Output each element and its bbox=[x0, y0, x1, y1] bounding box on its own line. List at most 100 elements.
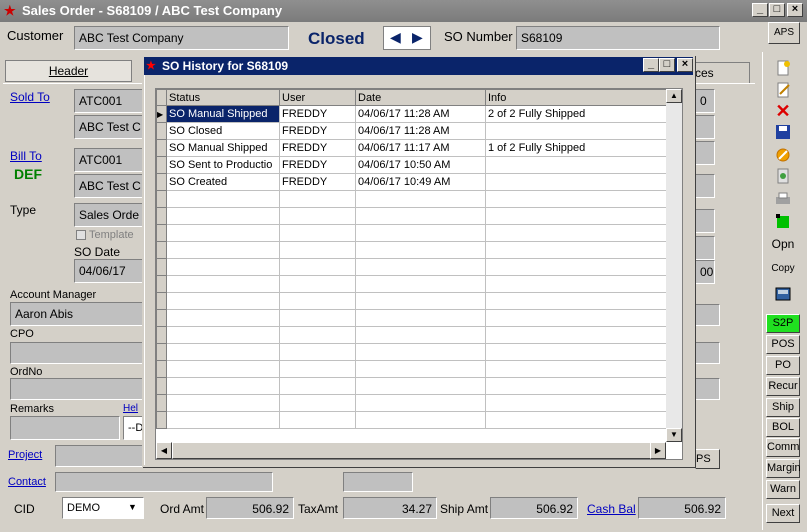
cell-status[interactable]: SO Manual Shipped bbox=[166, 105, 280, 123]
cell-date[interactable]: 04/06/17 11:28 AM bbox=[355, 122, 486, 140]
warn-button[interactable]: Warn bbox=[766, 480, 800, 499]
scroll-thumb[interactable] bbox=[172, 442, 652, 459]
print-icon[interactable] bbox=[770, 189, 796, 209]
minimize-icon[interactable]: _ bbox=[752, 3, 768, 17]
table-row[interactable]: SO Manual Shipped FREDDY 04/06/17 11:17 AM… bbox=[156, 139, 667, 157]
delete-icon[interactable]: ✕ bbox=[770, 101, 796, 121]
cell-status[interactable]: SO Closed bbox=[166, 122, 280, 140]
copy-button[interactable]: Copy bbox=[766, 260, 800, 279]
table-row[interactable]: ▶ SO Manual Shipped FREDDY 04/06/17 11:28 A… bbox=[156, 105, 667, 123]
cell-info[interactable] bbox=[485, 156, 667, 174]
comm-button[interactable]: Comm bbox=[766, 438, 800, 457]
right-dropdown-2[interactable] bbox=[695, 342, 720, 364]
bill-to-name[interactable]: ABC Test C bbox=[74, 174, 144, 198]
scroll-right-icon[interactable]: ▶ bbox=[650, 442, 666, 459]
next-record-icon[interactable]: ▶ bbox=[412, 29, 423, 46]
ship-button[interactable]: Ship bbox=[766, 398, 800, 417]
right-field-2[interactable] bbox=[695, 115, 715, 139]
right-field-6[interactable] bbox=[695, 236, 715, 260]
sold-to-code[interactable]: ATC001 bbox=[74, 89, 144, 113]
ps-button[interactable]: PS bbox=[695, 449, 720, 469]
column-header-info[interactable]: Info bbox=[485, 89, 667, 106]
cell-user[interactable]: FREDDY bbox=[279, 156, 356, 174]
cell-date[interactable]: 04/06/17 11:28 AM bbox=[355, 105, 486, 123]
scroll-up-icon[interactable]: ▲ bbox=[666, 89, 682, 103]
cell-info[interactable] bbox=[485, 173, 667, 191]
table-row[interactable]: SO Closed FREDDY 04/06/17 11:28 AM bbox=[156, 122, 667, 140]
recur-button[interactable]: Recur bbox=[766, 377, 800, 396]
contact-link[interactable]: Contact bbox=[8, 476, 46, 488]
remarks-dropdown[interactable]: --D bbox=[123, 416, 144, 440]
type-field[interactable]: Sales Orde bbox=[74, 203, 144, 227]
column-header-user[interactable]: User bbox=[279, 89, 356, 106]
so-number-field[interactable]: S68109 bbox=[516, 26, 720, 50]
maximize-icon[interactable]: □ bbox=[769, 3, 785, 17]
right-dropdown-1[interactable] bbox=[695, 304, 720, 326]
right-field-3[interactable] bbox=[695, 141, 715, 165]
cell-user[interactable]: FREDDY bbox=[279, 139, 356, 157]
new-document-icon[interactable] bbox=[770, 58, 796, 78]
bill-to-code[interactable]: ATC001 bbox=[74, 148, 144, 172]
remarks-field[interactable] bbox=[10, 416, 120, 440]
table-row[interactable]: SO Created FREDDY 04/06/17 10:49 AM bbox=[156, 173, 667, 191]
cpo-field[interactable] bbox=[10, 342, 144, 364]
pos-button[interactable]: POS bbox=[766, 335, 800, 354]
right-field-5[interactable] bbox=[695, 209, 715, 233]
customer-field[interactable]: ABC Test Company bbox=[74, 26, 289, 50]
project-link[interactable]: Project bbox=[8, 449, 42, 461]
dialog-close-icon[interactable]: × bbox=[677, 58, 693, 72]
ordno-field[interactable] bbox=[10, 378, 144, 400]
bill-to-link[interactable]: Bill To bbox=[10, 149, 42, 163]
horizontal-scrollbar[interactable]: ◀ ▶ bbox=[156, 442, 666, 459]
sold-to-link[interactable]: Sold To bbox=[10, 90, 50, 104]
right-field-4[interactable] bbox=[695, 174, 715, 198]
partial-field[interactable] bbox=[343, 472, 413, 492]
column-header-status[interactable]: Status bbox=[166, 89, 280, 106]
help-link[interactable]: Hel bbox=[123, 403, 138, 414]
cell-date[interactable]: 04/06/17 11:17 AM bbox=[355, 139, 486, 157]
cell-user[interactable]: FREDDY bbox=[279, 105, 356, 123]
vertical-scrollbar[interactable]: ▲ ▼ bbox=[666, 89, 682, 442]
margin-button[interactable]: Margin bbox=[766, 459, 801, 478]
contact-field[interactable] bbox=[55, 472, 273, 492]
tab-partial[interactable]: ces bbox=[690, 62, 750, 84]
cell-date[interactable]: 04/06/17 10:50 AM bbox=[355, 156, 486, 174]
scroll-down-icon[interactable]: ▼ bbox=[666, 428, 682, 442]
save-icon[interactable] bbox=[770, 122, 796, 142]
opn-button[interactable]: Opn bbox=[766, 236, 800, 255]
refresh-icon[interactable] bbox=[770, 166, 796, 186]
dialog-maximize-icon[interactable]: □ bbox=[659, 58, 675, 72]
tab-header[interactable]: Header bbox=[5, 60, 132, 82]
dialog-minimize-icon[interactable]: _ bbox=[643, 58, 659, 72]
cell-status[interactable]: SO Created bbox=[166, 173, 280, 191]
table-row[interactable]: SO Sent to Productio FREDDY 04/06/17 10:50… bbox=[156, 156, 667, 174]
export-icon[interactable] bbox=[770, 211, 796, 231]
cell-info[interactable]: 2 of 2 Fully Shipped bbox=[485, 105, 667, 123]
cell-date[interactable]: 04/06/17 10:49 AM bbox=[355, 173, 486, 191]
chevron-down-icon[interactable]: ▼ bbox=[128, 502, 137, 512]
cell-user[interactable]: FREDDY bbox=[279, 122, 356, 140]
cancel-icon[interactable] bbox=[770, 145, 796, 165]
edit-icon[interactable] bbox=[770, 80, 796, 100]
sold-to-name[interactable]: ABC Test C bbox=[74, 115, 144, 139]
column-header-date[interactable]: Date bbox=[355, 89, 486, 106]
cell-info[interactable] bbox=[485, 122, 667, 140]
next-button[interactable]: Next bbox=[766, 504, 800, 523]
cell-info[interactable]: 1 of 2 Fully Shipped bbox=[485, 139, 667, 157]
project-field[interactable] bbox=[55, 445, 144, 467]
cell-status[interactable]: SO Manual Shipped bbox=[166, 139, 280, 157]
cell-status[interactable]: SO Sent to Productio bbox=[166, 156, 280, 174]
prev-record-icon[interactable]: ◀ bbox=[390, 29, 401, 46]
right-dropdown-3[interactable] bbox=[695, 378, 720, 400]
cell-user[interactable]: FREDDY bbox=[279, 173, 356, 191]
calculator-icon[interactable] bbox=[770, 284, 796, 304]
aps-button[interactable]: APS bbox=[768, 22, 800, 44]
so-date-field[interactable]: 04/06/17 bbox=[74, 259, 144, 283]
bol-button[interactable]: BOL bbox=[766, 418, 800, 437]
account-manager-field[interactable]: Aaron Abis bbox=[10, 302, 144, 326]
template-checkbox[interactable] bbox=[76, 230, 86, 240]
cash-bal-link[interactable]: Cash Bal bbox=[587, 502, 636, 516]
s2p-button[interactable]: S2P bbox=[766, 314, 800, 333]
scroll-left-icon[interactable]: ◀ bbox=[156, 442, 172, 459]
close-icon[interactable]: × bbox=[787, 3, 803, 17]
